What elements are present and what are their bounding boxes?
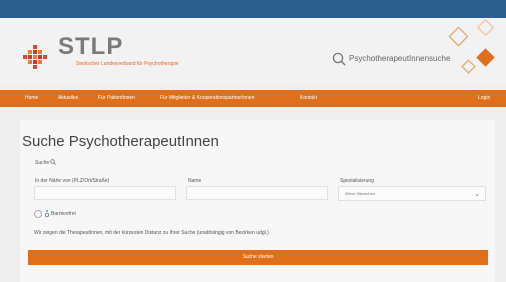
page-title: Suche PsychotherapeutInnen <box>22 133 219 150</box>
location-input[interactable] <box>34 186 176 200</box>
barrier-free-label: Barrierefrei <box>51 211 76 217</box>
info-text: Wir zeigen die TherapeutInnen, mit der k… <box>34 230 269 236</box>
page: STLP Steirischer Landesverband für Psych… <box>0 18 506 282</box>
header-search-link[interactable]: PsychotherapeutInnensuche <box>349 54 450 63</box>
logo-title[interactable]: STLP <box>58 33 123 61</box>
decorative-diamonds-icon <box>448 18 495 74</box>
location-label: In der Nähe von (PLZ/Ort/Straße) <box>35 178 110 184</box>
nav-item-home[interactable]: Home <box>25 95 38 101</box>
name-input[interactable] <box>186 186 328 200</box>
specialization-value: Ältere Menschen <box>345 191 376 196</box>
name-label: Name <box>188 178 202 184</box>
search-icon[interactable] <box>332 52 346 66</box>
logo-subtitle: Steirischer Landesverband für Psychother… <box>76 61 179 67</box>
search-submit-button[interactable]: Suche starten <box>28 250 488 265</box>
wheelchair-icon <box>44 210 50 217</box>
search-form: Suche PsychotherapeutInnen Suche In der … <box>20 120 495 282</box>
specialization-label: Spezialisierung <box>340 178 374 184</box>
nav-item-aktuelles[interactable]: Aktuelles <box>58 95 78 101</box>
chevron-down-icon: ⌄ <box>474 191 480 198</box>
nav-item-kontakt[interactable]: Kontakt <box>300 95 317 101</box>
nav-login[interactable]: Login <box>478 95 490 101</box>
search-label: Suche <box>35 160 50 166</box>
nav-item-mitglieder[interactable]: Für Mitglieder & KooperationspartnerInne… <box>160 95 255 101</box>
site-header: STLP Steirischer Landesverband für Psych… <box>0 18 506 84</box>
main-nav: Home Aktuelles Für PatientInnen Für Mitg… <box>0 90 506 107</box>
specialization-select[interactable]: Ältere Menschen ⌄ <box>338 186 486 201</box>
search-small-icon <box>50 159 56 165</box>
nav-item-patientinnen[interactable]: Für PatientInnen <box>98 95 135 101</box>
logo-dots-icon <box>23 45 47 69</box>
barrier-free-radio[interactable] <box>34 210 42 218</box>
top-bar <box>0 0 506 18</box>
